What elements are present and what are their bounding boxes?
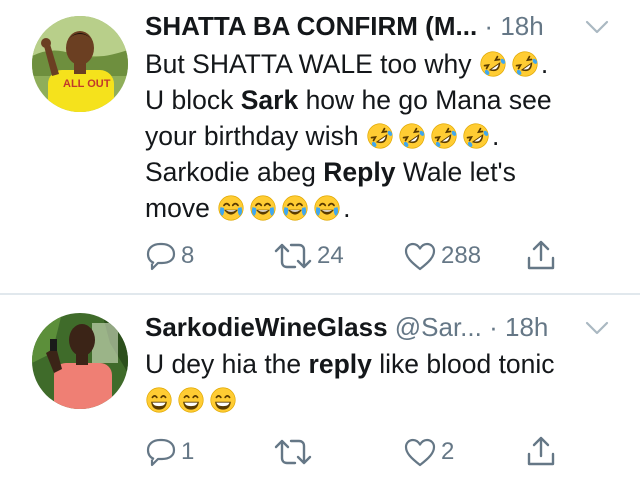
heart-icon bbox=[404, 242, 436, 271]
reply-bubble-icon bbox=[146, 438, 176, 467]
tweet-line: U dey hia the reply like blood tonic bbox=[145, 346, 615, 382]
like-count: 2 bbox=[441, 438, 455, 465]
bold-word: reply bbox=[308, 349, 372, 379]
separator-dot: · bbox=[484, 11, 494, 41]
avatar-image bbox=[32, 313, 128, 409]
avatar[interactable]: ALL OUT bbox=[32, 16, 128, 112]
tweet-actions: 1 2 bbox=[145, 434, 575, 470]
timestamp[interactable]: 18h bbox=[505, 312, 548, 342]
joy-emoji-icon bbox=[250, 195, 276, 221]
text-segment: But SHATTA WALE too why bbox=[145, 49, 479, 79]
joy-emoji-icon bbox=[218, 195, 244, 221]
text-segment: . bbox=[540, 49, 549, 79]
avatar-image: ALL OUT bbox=[32, 16, 128, 112]
reply-count: 8 bbox=[181, 242, 195, 269]
username[interactable]: @Sar... bbox=[395, 312, 482, 342]
text-segment: Sarkodie abeg bbox=[145, 157, 324, 187]
share-icon bbox=[527, 240, 555, 270]
tweet-header: SHATTA BA CONFIRM (M... · 18h bbox=[145, 11, 610, 45]
reply-button[interactable]: 1 bbox=[145, 434, 194, 470]
like-button[interactable]: 2 bbox=[403, 434, 454, 470]
bold-word: Reply bbox=[323, 157, 396, 187]
tweet-text: But SHATTA WALE too why .U block Sark ho… bbox=[145, 46, 615, 226]
text-segment: Wale let's bbox=[395, 157, 516, 187]
reply-bubble-icon bbox=[146, 242, 176, 271]
rofl-emoji-icon bbox=[367, 123, 393, 149]
rofl-emoji-icon bbox=[512, 51, 538, 77]
timestamp[interactable]: 18h bbox=[500, 11, 543, 41]
retweet-icon bbox=[274, 439, 312, 465]
rofl-emoji-icon bbox=[480, 51, 506, 77]
tweet-line: Sarkodie abeg Reply Wale let's bbox=[145, 154, 615, 190]
tweet-2[interactable]: SarkodieWineGlass @Sar... · 18h U dey hi… bbox=[0, 295, 640, 491]
joy-emoji-icon bbox=[282, 195, 308, 221]
display-name[interactable]: SarkodieWineGlass bbox=[145, 312, 388, 342]
share-button[interactable] bbox=[525, 434, 557, 470]
rofl-emoji-icon bbox=[431, 123, 457, 149]
bold-word: Sark bbox=[240, 85, 299, 115]
rofl-emoji-icon bbox=[463, 123, 489, 149]
tweet-actions: 8 24 288 bbox=[145, 238, 575, 274]
text-segment: U dey hia the bbox=[145, 349, 309, 379]
tweet-line bbox=[145, 382, 615, 418]
share-icon bbox=[527, 436, 555, 466]
tweet-line: move . bbox=[145, 190, 615, 226]
text-segment: move bbox=[145, 193, 218, 223]
tweet-1[interactable]: ALL OUT SHATTA BA CONFIRM (M... · 18h Bu… bbox=[0, 0, 640, 293]
text-segment: like blood tonic bbox=[371, 349, 555, 379]
reply-button[interactable]: 8 bbox=[145, 238, 194, 274]
grin-emoji-icon bbox=[146, 387, 172, 413]
tweet-text: U dey hia the reply like blood tonic bbox=[145, 346, 615, 418]
display-name[interactable]: SHATTA BA CONFIRM (M... bbox=[145, 11, 477, 41]
text-segment: . bbox=[343, 193, 351, 223]
retweet-button[interactable]: 24 bbox=[273, 238, 344, 274]
separator-dot: · bbox=[489, 312, 498, 342]
joy-emoji-icon bbox=[314, 195, 340, 221]
rofl-emoji-icon bbox=[399, 123, 425, 149]
tweet-header: SarkodieWineGlass @Sar... · 18h bbox=[145, 312, 610, 346]
grin-emoji-icon bbox=[210, 387, 236, 413]
shirt-text: ALL OUT bbox=[63, 78, 111, 90]
retweet-button[interactable] bbox=[273, 434, 317, 470]
text-segment: your birthday wish bbox=[145, 121, 366, 151]
like-button[interactable]: 288 bbox=[403, 238, 481, 274]
heart-icon bbox=[404, 438, 436, 467]
text-segment: how he go Mana see bbox=[298, 85, 552, 115]
tweet-line: your birthday wish . bbox=[145, 118, 615, 154]
text-segment: U block bbox=[145, 85, 241, 115]
like-count: 288 bbox=[441, 242, 482, 269]
chevron-down-icon[interactable] bbox=[584, 11, 610, 48]
tweet-line: But SHATTA WALE too why . bbox=[145, 46, 615, 82]
retweet-icon bbox=[274, 243, 312, 269]
share-button[interactable] bbox=[525, 238, 557, 274]
tweet-line: U block Sark how he go Mana see bbox=[145, 82, 615, 118]
text-segment: . bbox=[491, 121, 500, 151]
grin-emoji-icon bbox=[178, 387, 204, 413]
chevron-down-icon[interactable] bbox=[584, 312, 610, 349]
retweet-count: 24 bbox=[317, 242, 344, 269]
avatar[interactable] bbox=[32, 313, 128, 409]
reply-count: 1 bbox=[181, 438, 195, 465]
